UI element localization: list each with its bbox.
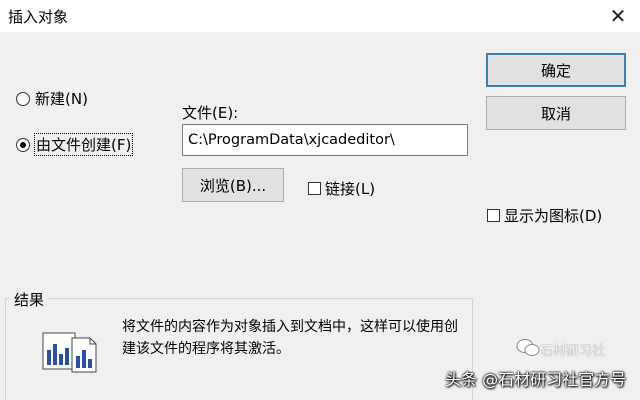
- radio-from-file-circle[interactable]: [16, 137, 30, 152]
- display-as-icon-label[interactable]: 显示为图标(D): [504, 205, 602, 226]
- dialog-title: 插入对象: [8, 8, 69, 26]
- file-label: 文件(E):: [182, 104, 239, 122]
- display-as-icon-checkbox[interactable]: 显示为图标(D): [487, 205, 602, 226]
- link-checkbox[interactable]: 链接(L): [308, 178, 375, 199]
- file-path-input[interactable]: C:\ProgramData\xjcadeditor\: [182, 124, 468, 156]
- radio-new-circle[interactable]: [16, 91, 30, 106]
- wechat-icon: [516, 339, 540, 356]
- radio-from-file-label[interactable]: 由文件创建(F): [33, 133, 134, 156]
- embedded-object-icon: [42, 332, 97, 373]
- radio-new-label[interactable]: 新建(N): [35, 88, 88, 109]
- title-bar: 插入对象 ✕: [0, 0, 640, 32]
- result-description: 将文件的内容作为对象插入到文档中，这样可以使用创建该文件的程序将其激活。: [122, 319, 458, 357]
- radio-from-file[interactable]: 由文件创建(F): [16, 133, 134, 156]
- link-checkbox-box[interactable]: [308, 182, 321, 195]
- browse-button[interactable]: 浏览(B)...: [182, 168, 284, 202]
- display-as-icon-box[interactable]: [487, 209, 500, 222]
- ok-button[interactable]: 确定: [486, 53, 626, 87]
- close-icon[interactable]: ✕: [596, 0, 640, 32]
- result-group-label: 结果: [10, 289, 49, 310]
- cancel-button[interactable]: 取消: [486, 96, 626, 130]
- link-checkbox-label[interactable]: 链接(L): [325, 178, 375, 199]
- watermark-ghost-text: 石材研习社: [540, 344, 606, 359]
- radio-new[interactable]: 新建(N): [16, 88, 88, 109]
- watermark-text: 头条 @石材研习社官方号: [445, 370, 627, 389]
